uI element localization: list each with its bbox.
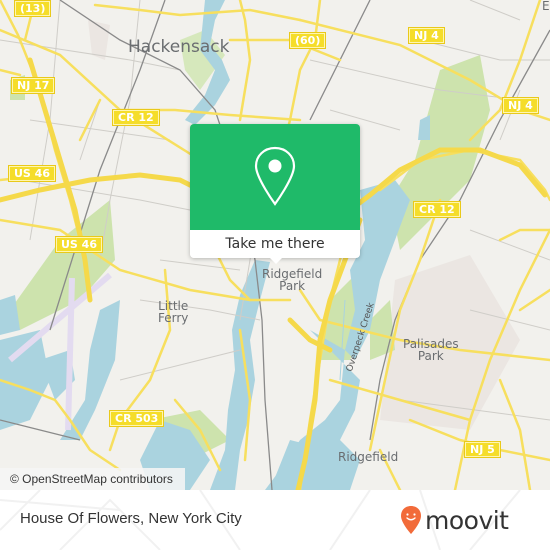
moovit-wordmark: moovit: [425, 505, 509, 535]
take-me-there-button[interactable]: Take me there: [190, 230, 360, 258]
place-title: House Of Flowers, New York City: [20, 510, 242, 527]
place-label-hackensack: Hackensack: [128, 37, 230, 57]
place-label-ridgefield: Ridgefield: [338, 450, 399, 464]
route-shield: US 46: [8, 165, 56, 182]
place-label-palisades-park: Palisades Park: [403, 337, 459, 363]
popup-header[interactable]: [190, 124, 360, 230]
place-label-ridgefield-park: Ridgefield Park: [262, 267, 323, 293]
footer-bar: House Of Flowers, New York City moovit: [0, 490, 550, 550]
route-shield: CR 503: [109, 410, 165, 427]
place-label-partial: E: [542, 0, 550, 13]
map-view[interactable]: Hackensack Little Ferry Ridgefield Park …: [0, 0, 550, 490]
route-shield: (60): [289, 32, 327, 49]
route-shield: (13): [14, 0, 52, 17]
location-popup: Take me there: [190, 124, 360, 264]
route-shield: NJ 4: [408, 27, 445, 44]
map-pin-icon: [254, 146, 296, 206]
route-shield: NJ 17: [11, 77, 56, 94]
popup-pointer: [268, 256, 284, 264]
route-shield: NJ 5: [464, 441, 501, 458]
route-shield: CR 12: [112, 109, 160, 126]
moovit-smiley-pin-icon: [401, 506, 421, 534]
osm-attribution-link[interactable]: © OpenStreetMap contributors: [0, 468, 185, 490]
route-shield: CR 12: [413, 201, 461, 218]
route-shield: US 46: [55, 236, 103, 253]
place-label-little-ferry: Little Ferry: [158, 299, 189, 325]
moovit-logo[interactable]: moovit: [400, 502, 509, 538]
route-shield: NJ 4: [502, 97, 539, 114]
